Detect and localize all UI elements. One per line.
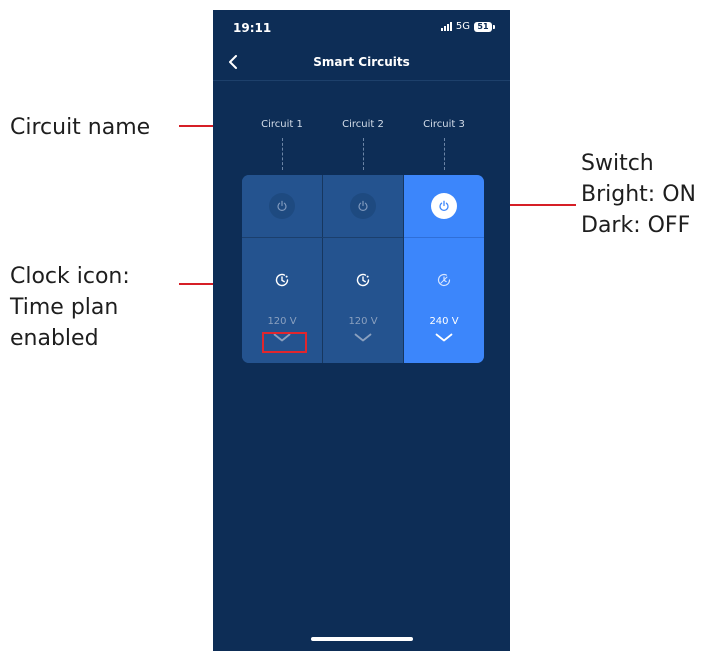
power-switch-circuit-2[interactable] [350,193,376,219]
annotation-switch-line-1: Switch [581,151,654,176]
expand-button-circuit-3[interactable] [434,331,454,343]
battery-icon: 51 [474,21,495,32]
home-indicator[interactable] [311,637,413,641]
annotation-highlight-box [262,332,307,353]
power-icon [358,200,368,211]
circuit-name-3[interactable]: Circuit 3 [404,119,484,130]
navigation-bar: Smart Circuits [213,44,510,81]
circuit-name-2[interactable]: Circuit 2 [323,119,403,130]
chevron-down-icon [435,333,453,341]
connector-line [363,138,364,170]
status-indicators: 5G 51 [440,21,495,32]
clock-icon[interactable] [273,271,291,289]
clock-icon[interactable] [354,271,372,289]
annotation-switch: Switch Bright: ON Dark: OFF [581,148,696,241]
signal-icon [440,22,452,31]
circuit-voltage-2: 120 V [348,316,378,327]
annotation-circuit-name: Circuit name [10,112,150,143]
power-icon [439,200,449,212]
circuit-column-2: 120 V [323,175,403,363]
connector-line [282,138,283,170]
circuit-name-1[interactable]: Circuit 1 [242,119,322,130]
status-time: 19:11 [233,21,272,35]
row-divider [404,237,484,238]
annotation-clock-icon: Clock icon: Time plan enabled [10,261,130,354]
chevron-down-icon [354,333,372,341]
power-switch-circuit-1[interactable] [269,193,295,219]
status-bar: 19:11 5G 51 [213,10,510,42]
expand-button-circuit-2[interactable] [353,331,373,343]
connector-line [444,138,445,170]
phone-screen: 19:11 5G 51 Smart Circuits Circuit 1 Cir… [213,10,510,651]
power-switch-circuit-3[interactable] [431,193,457,219]
row-divider [242,237,403,238]
clock-disabled-icon[interactable] [435,271,453,289]
network-type: 5G [455,21,470,32]
circuit-voltage-3: 240 V [429,316,459,327]
page-title: Smart Circuits [313,55,410,69]
power-icon [277,200,287,211]
annotation-circuit-name-text: Circuit name [10,115,151,140]
annotation-clock-line-3: enabled [10,326,99,351]
annotation-clock-line-1: Clock icon: [10,264,130,289]
circuit-voltage-1: 120 V [267,316,297,327]
circuit-column-3: 240 V [404,175,484,363]
battery-level: 51 [477,22,489,31]
column-divider [403,175,404,363]
annotation-switch-line-2: Bright: ON [581,182,696,207]
annotation-clock-line-2: Time plan [10,295,119,320]
annotation-switch-line-3: Dark: OFF [581,213,691,238]
column-divider [322,175,323,363]
